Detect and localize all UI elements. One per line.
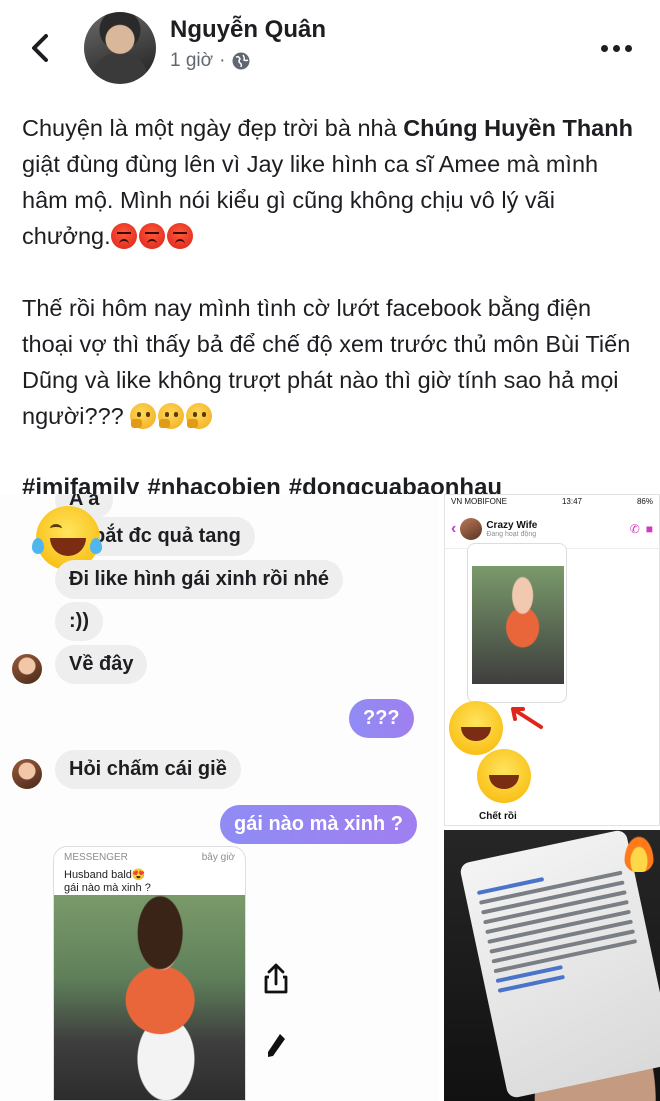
photo-phone-screen[interactable] xyxy=(444,830,660,1101)
caption-text: Chết rồi xyxy=(479,811,517,822)
chat-bubble: bắt đc quả tang xyxy=(75,517,255,556)
phone-icon: ✆ xyxy=(629,521,640,536)
dot xyxy=(612,44,620,52)
author-avatar[interactable] xyxy=(84,12,156,84)
laughing-face-icon xyxy=(477,749,531,803)
paragraph-1: Chuyện là một ngày đẹp trời bà nhà Chúng… xyxy=(22,110,638,254)
status-bar: VN MOBIFONE 13:47 86% xyxy=(445,495,659,509)
post-header: Nguyễn Quân 1 giờ · xyxy=(0,0,660,100)
chat-bubble: Về đây xyxy=(55,645,148,684)
meta-separator: · xyxy=(219,50,226,71)
chevron-left-icon xyxy=(32,34,48,62)
tear-drop xyxy=(32,538,44,554)
globe-icon xyxy=(232,52,250,70)
more-horizontal-icon xyxy=(600,44,608,52)
contact-info: Crazy Wife Đang hoạt động xyxy=(486,520,537,538)
pencil-icon[interactable] xyxy=(256,1026,296,1066)
fire-icon xyxy=(624,836,654,872)
chevron-left-icon: ‹ xyxy=(451,519,457,537)
paragraph-2: Thế rồi hôm nay mình tình cờ lướt facebo… xyxy=(22,290,638,434)
angry-face-icon xyxy=(110,223,137,249)
preview-title: Husband bald😍 xyxy=(64,869,146,881)
para2-text: Thế rồi hôm nay mình tình cờ lướt facebo… xyxy=(22,295,631,429)
more-options-button[interactable] xyxy=(596,38,636,58)
messenger-notification-preview: MESSENGER bây giờ Husband bald😍 gái nào … xyxy=(53,846,246,1101)
shared-photo xyxy=(472,566,564,684)
preview-time: bây giờ xyxy=(201,852,235,863)
thinking-face-icon xyxy=(158,403,185,429)
contact-avatar xyxy=(12,759,42,789)
angry-face-icon xyxy=(166,223,193,249)
mentioned-user[interactable]: Chúng Huyền Thanh xyxy=(403,115,633,141)
preview-photo xyxy=(54,895,245,1100)
video-icon: ■ xyxy=(645,521,653,536)
back-button[interactable] xyxy=(22,30,58,66)
battery: 86% xyxy=(636,497,653,506)
chat-bubble-sent: gái nào mà xinh ? xyxy=(220,805,417,844)
thinking-face-icon xyxy=(186,403,213,429)
dot xyxy=(624,44,632,52)
post-meta: 1 giờ · xyxy=(170,50,251,72)
post-body: Chuyện là một ngày đẹp trời bà nhà Chúng… xyxy=(22,110,638,506)
chat-bubble: Hỏi chấm cái giề xyxy=(55,750,241,789)
tear-drop xyxy=(90,538,102,554)
preview-app-name: MESSENGER xyxy=(64,852,128,863)
clock: 13:47 xyxy=(561,497,583,506)
chat-bubble: :)) xyxy=(55,602,103,641)
contact-avatar xyxy=(460,517,483,540)
chat-bubble-sent: ??? xyxy=(349,699,414,738)
para1-text-end: giật đùng đùng lên vì Jay like hình ca s… xyxy=(22,151,599,249)
call-actions: ✆ ■ xyxy=(630,522,653,536)
chat-bubble: Đi like hình gái xinh rồi nhé xyxy=(55,560,344,599)
preview-text: gái nào mà xinh ? xyxy=(64,882,151,894)
para1-text-start: Chuyện là một ngày đẹp trời bà nhà xyxy=(22,115,404,141)
contact-name: Crazy Wife xyxy=(486,519,538,531)
photo-chat-screenshot[interactable]: A a bắt đc quả tang Đi like hình gái xin… xyxy=(0,494,438,1101)
photo-grid: A a bắt đc quả tang Đi like hình gái xin… xyxy=(0,494,660,1101)
angry-face-icon xyxy=(138,223,165,249)
thinking-face-icon xyxy=(130,403,157,429)
photo-messenger-screenshot[interactable]: VN MOBIFONE 13:47 86% ‹ Crazy Wife Đang … xyxy=(444,494,660,826)
post-timestamp[interactable]: 1 giờ xyxy=(170,50,213,72)
laughing-tears-icon xyxy=(449,701,503,755)
red-arrow-icon xyxy=(511,707,543,729)
author-name[interactable]: Nguyễn Quân xyxy=(170,16,326,44)
preview-header: MESSENGER bây giờ xyxy=(54,847,245,869)
shared-photo-card xyxy=(467,543,567,703)
share-icon[interactable] xyxy=(256,960,296,1000)
carrier: VN MOBIFONE xyxy=(451,497,508,506)
contact-status: Đang hoạt động xyxy=(486,530,537,538)
contact-avatar xyxy=(12,654,42,684)
